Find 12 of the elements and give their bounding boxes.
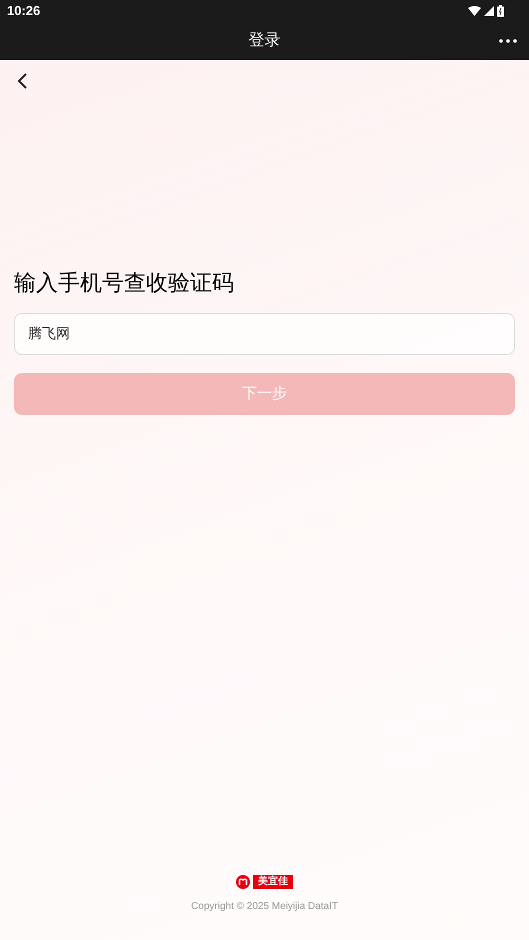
copyright-text: Copyright © 2025 Meiyijia DataIT [191, 900, 338, 914]
more-icon[interactable] [499, 39, 517, 43]
wifi-icon [468, 6, 481, 16]
phone-input-field[interactable]: 腾飞网 [14, 313, 515, 355]
heading: 输入手机号查收验证码 [14, 269, 235, 297]
logo-icon [236, 875, 250, 889]
back-icon[interactable] [16, 72, 28, 90]
status-time: 10:26 [7, 2, 40, 20]
signal-icon [484, 6, 494, 16]
brand-name: 美宜佳 [253, 875, 293, 889]
battery-icon [497, 5, 504, 17]
page-title: 登录 [248, 31, 280, 51]
